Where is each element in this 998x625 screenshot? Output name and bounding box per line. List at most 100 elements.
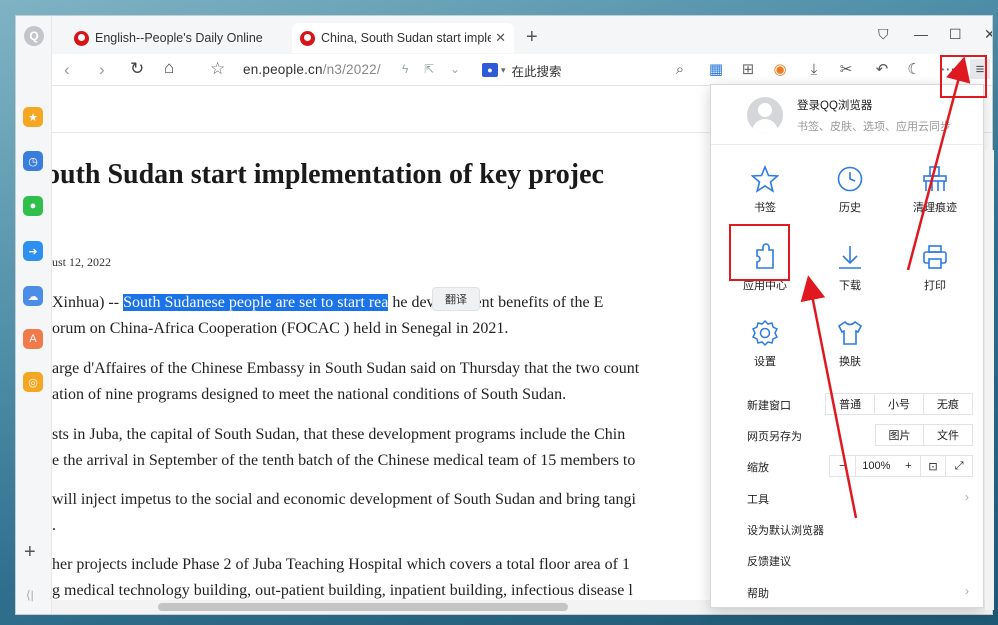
gear-icon [751, 319, 779, 347]
feedback-row[interactable]: 反馈建议 [711, 545, 983, 576]
clock-icon [837, 166, 863, 192]
share-icon[interactable]: ⇱ [424, 62, 434, 76]
wechat-icon[interactable]: ● [23, 196, 43, 216]
paragraph-4-line-2: . [52, 517, 56, 534]
app-icon[interactable]: A [23, 329, 43, 349]
new-window-incognito-button[interactable]: 无痕 [924, 394, 972, 414]
new-window-label: 新建窗口 [747, 400, 791, 412]
url-host: en.people.cn [243, 62, 323, 77]
zoom-in-button[interactable]: + [897, 456, 921, 476]
print-label: 打印 [924, 280, 946, 292]
address-bar[interactable]: en.people.cn/n3/2022/ [243, 62, 381, 77]
tab-title: China, South Sudan start impleme [321, 31, 491, 45]
avatar[interactable] [747, 97, 783, 133]
bookmarks-label: 书签 [754, 202, 776, 214]
lightning-icon[interactable]: ϟ [402, 62, 408, 76]
tab-strip: English--People's Daily Online China, So… [52, 16, 992, 54]
home-icon[interactable]: ⌂ [164, 58, 174, 78]
forward-button[interactable]: › [99, 60, 105, 80]
paragraph-2-line-2: ation of nine programs designed to meet … [52, 386, 567, 403]
translate-popup-button[interactable]: 翻译 [432, 287, 480, 311]
minimize-button[interactable]: — [914, 26, 928, 42]
tab-close-icon[interactable]: ✕ [495, 30, 506, 46]
download-button[interactable]: 下载 [810, 239, 890, 309]
download-toolbar-icon[interactable]: ⤓ [804, 59, 824, 79]
search-magnifier-icon[interactable]: ⌕ [670, 59, 690, 79]
paragraph-1-line-2: orum on China-Africa Cooperation (FOCAC … [52, 320, 509, 337]
sidebar-collapse-icon[interactable]: ⟨| [26, 588, 34, 602]
history-clock-icon[interactable]: ◷ [23, 151, 43, 171]
engine-chevron-icon[interactable]: ▾ [501, 65, 506, 76]
peoples-daily-favicon-icon [300, 30, 315, 46]
tools-label: 工具 [747, 494, 769, 506]
help-row[interactable]: 帮助 › [711, 577, 983, 608]
download-label: 下载 [839, 280, 861, 292]
bookmark-star-icon[interactable]: ☆ [210, 59, 225, 79]
baidu-search-engine-icon[interactable]: ● [482, 63, 498, 77]
browser-menu-shirt-icon[interactable]: ⛉ [878, 26, 889, 43]
send-arrow-icon[interactable]: ➜ [23, 241, 43, 261]
scrollbar-thumb[interactable] [158, 603, 568, 611]
set-default-label: 设为默认浏览器 [747, 525, 824, 537]
settings-button[interactable]: 设置 [725, 315, 805, 385]
url-path: /n3/2022/ [322, 62, 381, 77]
gamepad-icon[interactable]: ◉ [770, 59, 790, 79]
toolbar: ‹ › ↻ ⌂ ☆ en.people.cn/n3/2022/ ϟ ⇱ ⌄ ● … [52, 54, 992, 86]
chevron-right-icon: › [965, 490, 969, 504]
selected-text[interactable]: South Sudanese people are set to start r… [123, 294, 389, 311]
settings-label: 设置 [754, 356, 776, 368]
chevron-right-icon: › [965, 584, 969, 598]
basket-icon[interactable]: ⊞ [738, 59, 758, 79]
search-tool-icon[interactable]: ◎ [23, 372, 43, 392]
zoom-lock-icon[interactable]: ⊡ [921, 456, 947, 476]
maximize-button[interactable]: ☐ [949, 26, 962, 43]
fullscreen-icon[interactable]: ⤢ [946, 456, 972, 476]
bookmarks-button[interactable]: 书签 [725, 161, 805, 231]
change-skin-button[interactable]: 换肤 [810, 315, 890, 385]
undo-icon[interactable]: ↶ [872, 59, 892, 79]
print-button[interactable]: 打印 [895, 239, 975, 309]
article-headline: outh Sudan start implementation of key p… [52, 159, 604, 190]
back-button[interactable]: ‹ [64, 60, 70, 80]
reload-icon[interactable]: ↻ [130, 59, 144, 79]
tools-row[interactable]: 工具 › [711, 483, 983, 514]
scissors-icon[interactable]: ✂ [836, 59, 856, 79]
peoples-daily-favicon-icon [74, 30, 89, 46]
sidebar-add-button[interactable]: + [24, 541, 36, 564]
night-mode-moon-icon[interactable]: ☾ [904, 59, 924, 79]
paragraph-3-line-1: sts in Juba, the capital of South Sudan,… [52, 426, 626, 443]
favorites-star-icon[interactable]: ★ [23, 107, 43, 127]
tab-english-peoples-daily[interactable]: English--People's Daily Online [66, 23, 288, 53]
new-window-normal-button[interactable]: 普通 [826, 394, 876, 414]
login-title[interactable]: 登录QQ浏览器 [797, 97, 872, 113]
browser-main-menu: 登录QQ浏览器 书签、皮肤、选项、应用云同步 书签 历史 清理痕迹 应用中心 下… [710, 84, 984, 608]
clear-traces-button[interactable]: 清理痕迹 [895, 161, 975, 231]
save-page-row: 网页另存为 图片 文件 [711, 420, 983, 451]
search-box[interactable]: ● ▾ 在此搜索 [482, 60, 682, 80]
history-button[interactable]: 历史 [810, 161, 890, 231]
paragraph-1-line-1: Xinhua) -- South Sudanese people are set… [52, 290, 603, 316]
tab-china-south-sudan[interactable]: China, South Sudan start impleme ✕ [292, 23, 514, 53]
article-date: ust 12, 2022 [52, 255, 112, 269]
new-tab-button[interactable]: + [526, 26, 538, 49]
zoom-label: 缩放 [747, 462, 769, 474]
tab-title: English--People's Daily Online [95, 31, 263, 45]
close-window-button[interactable]: ✕ [984, 26, 992, 43]
left-sidebar: Q ★ ◷ ● ➜ ☁ A ◎ + ⟨| [16, 16, 52, 614]
search-input[interactable]: 在此搜索 [512, 61, 562, 80]
save-as-file-button[interactable]: 文件 [924, 425, 972, 445]
zoom-value: 100% [862, 460, 891, 472]
zoom-out-button[interactable]: − [830, 456, 856, 476]
calculator-icon[interactable]: ▦ [706, 59, 726, 79]
download-icon [839, 246, 861, 269]
set-default-browser-row[interactable]: 设为默认浏览器 [711, 514, 983, 545]
cloud-icon[interactable]: ☁ [23, 286, 43, 306]
save-as-image-button[interactable]: 图片 [876, 425, 925, 445]
paragraph-2-line-1: arge d'Affaires of the Chinese Embassy i… [52, 360, 640, 377]
new-window-small-button[interactable]: 小号 [875, 394, 924, 414]
paragraph-5-line-1: her projects include Phase 2 of Juba Tea… [52, 556, 630, 573]
dropdown-chevron-icon[interactable]: ⌄ [450, 62, 460, 76]
change-skin-label: 换肤 [839, 356, 861, 368]
qq-browser-logo: Q [24, 26, 44, 46]
vertical-scrollbar[interactable] [985, 150, 994, 610]
